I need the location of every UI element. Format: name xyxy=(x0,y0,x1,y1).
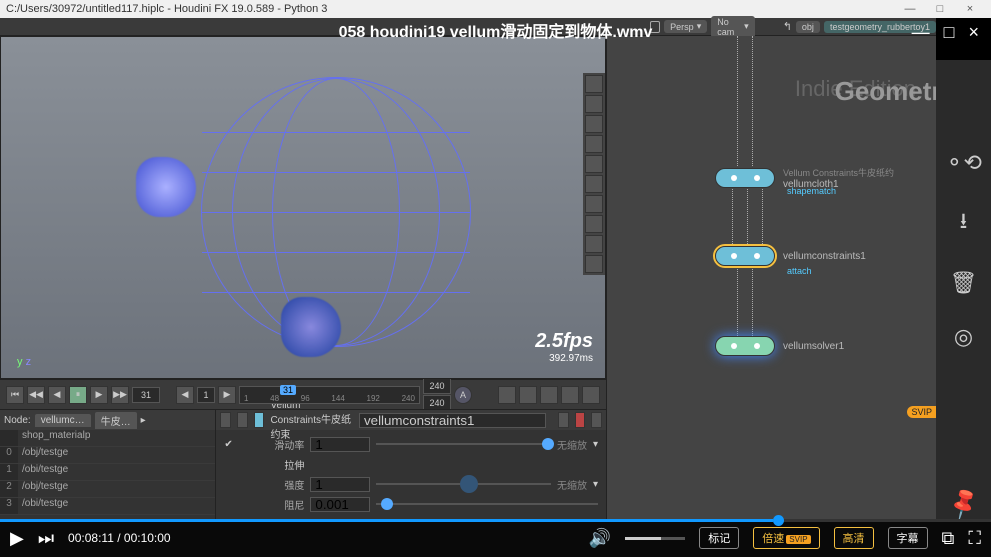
overlay-max[interactable]: □ xyxy=(944,22,955,43)
next-button[interactable]: ⏭ xyxy=(38,528,54,549)
pin-icon[interactable] xyxy=(558,412,569,428)
vtool-7[interactable] xyxy=(585,195,603,213)
parameter-pane: Node: vellumc… 牛皮… ▸ shop_materialp 0/ob… xyxy=(0,409,606,519)
tl-opt5[interactable] xyxy=(582,386,600,404)
subtitle-button[interactable]: 字幕 xyxy=(888,527,928,549)
volume-slider[interactable] xyxy=(625,537,685,540)
tl-opt1[interactable] xyxy=(498,386,516,404)
wireframe-sphere xyxy=(201,77,471,347)
node-type-icon xyxy=(254,412,265,428)
list-row-1[interactable]: /obi/testge xyxy=(18,464,215,480)
tl-opt4[interactable] xyxy=(561,386,579,404)
param-stretch-label: 拉伸 xyxy=(244,457,304,472)
fullscreen-icon[interactable]: ⛶ xyxy=(968,528,981,549)
progress-bar[interactable] xyxy=(0,519,991,522)
param-slide-value[interactable] xyxy=(310,437,370,452)
rubbertoy-2 xyxy=(281,297,341,357)
play-button[interactable]: ▶ xyxy=(10,528,24,549)
video-title: 058 houdini19 vellum滑动固定到物体.wmv xyxy=(0,18,991,42)
param-stiff-value[interactable] xyxy=(310,477,370,492)
node-vellumsolver1[interactable]: vellumsolver1 xyxy=(715,336,844,356)
param-slide-mode[interactable]: 无缩放 xyxy=(557,437,587,452)
right-rail: ⚬⟲ ⭳ 🗑 ◎ 📌 xyxy=(936,60,991,519)
share-icon[interactable]: ⚬⟲ xyxy=(945,150,982,176)
window-max[interactable]: □ xyxy=(925,3,955,15)
param-damp-value[interactable] xyxy=(310,497,370,512)
volume-icon[interactable]: 🔊 xyxy=(589,528,611,549)
node-vellumconstraints1[interactable]: vellumconstraints1 attach xyxy=(715,246,866,266)
param-stiff-slider[interactable] xyxy=(376,483,551,485)
tab-arrow[interactable]: ▸ xyxy=(141,415,146,426)
vtool-8[interactable] xyxy=(585,215,603,233)
vtool-4[interactable] xyxy=(585,135,603,153)
viewport-right-tools xyxy=(583,73,605,275)
rubbertoy-1 xyxy=(136,157,196,217)
vtool-2[interactable] xyxy=(585,95,603,113)
list-row-2[interactable]: /obj/testge xyxy=(18,481,215,497)
geometry-watermark: Geometry xyxy=(835,76,936,107)
overlay-close[interactable]: × xyxy=(968,22,979,43)
p-list-head: shop_materialp xyxy=(18,430,215,446)
list-row-0[interactable]: /obj/testge xyxy=(18,447,215,463)
vtool-6[interactable] xyxy=(585,175,603,193)
tl-end[interactable] xyxy=(423,378,451,394)
tab-1[interactable]: 牛皮… xyxy=(95,412,137,429)
delete-icon[interactable]: 🗑 xyxy=(950,270,978,296)
param-slide-label: 滑动率 xyxy=(244,437,304,452)
download-icon[interactable]: ⭳ xyxy=(960,204,968,242)
param-damp-label: 阻尼 xyxy=(244,497,304,512)
window-close[interactable]: × xyxy=(955,3,985,15)
param-stiff-label: 强度 xyxy=(244,477,304,492)
tl-frame-current[interactable] xyxy=(132,387,160,403)
node-field[interactable]: vellumc… xyxy=(35,414,91,427)
fps-display: 2.5fps392.97ms xyxy=(535,330,593,364)
vtool-10[interactable] xyxy=(585,255,603,273)
node-name-field[interactable] xyxy=(359,413,546,428)
tl-step-back[interactable]: ◀ xyxy=(176,386,194,404)
vtool-3[interactable] xyxy=(585,115,603,133)
svip-badge: SVIP xyxy=(907,406,936,418)
tl-opt3[interactable] xyxy=(540,386,558,404)
vtool-5[interactable] xyxy=(585,155,603,173)
overlay-min[interactable]: — xyxy=(912,22,930,43)
axis-gizmo: y z xyxy=(17,356,31,368)
help-icon[interactable] xyxy=(575,412,586,428)
tl-auto[interactable]: A xyxy=(454,386,472,404)
progress-knob[interactable] xyxy=(773,515,784,526)
param-stiff-mode[interactable]: 无缩放 xyxy=(557,477,587,492)
video-player-bar: ▶ ⏭ 00:08:11 / 00:10:00 🔊 标记 倍速SVIP 高清 字… xyxy=(0,519,991,557)
os-titlebar: C:/Users/30972/untitled117.hiplc - Houdi… xyxy=(0,0,991,18)
titlebar-path: C:/Users/30972/untitled117.hiplc - Houdi… xyxy=(6,3,327,15)
tl-step-fwd[interactable]: ▶ xyxy=(218,386,236,404)
network-view[interactable]: Indie Edition Geometry Vellum Constraint… xyxy=(607,36,936,519)
tl-step[interactable] xyxy=(197,387,215,403)
tl-track[interactable]: 31 148 96144 192240 xyxy=(239,386,420,404)
window-min[interactable]: — xyxy=(895,3,925,15)
tl-play-back[interactable]: ◀ xyxy=(48,386,66,404)
tl-opt2[interactable] xyxy=(519,386,537,404)
param-slide-slider[interactable] xyxy=(376,443,551,445)
param-damp-slider[interactable] xyxy=(376,503,598,505)
fwd-icon[interactable] xyxy=(237,412,248,428)
pip-icon[interactable]: ⧉ xyxy=(942,528,955,549)
tl-first[interactable]: ⏮ xyxy=(6,386,24,404)
refresh-icon[interactable]: ◎ xyxy=(954,324,973,350)
tl-play[interactable]: ▶ xyxy=(90,386,108,404)
gear-icon[interactable] xyxy=(591,412,602,428)
vtool-9[interactable] xyxy=(585,235,603,253)
quality-button[interactable]: 高清 xyxy=(834,527,874,549)
mark-button[interactable]: 标记 xyxy=(699,527,739,549)
list-row-3[interactable]: /obi/testge xyxy=(18,498,215,514)
node-vellumcloth1[interactable]: Vellum Constraints牛皮纸约vellumcloth1 shape… xyxy=(715,166,894,190)
back-icon[interactable] xyxy=(220,412,231,428)
tl-next[interactable]: ▶▶ xyxy=(111,386,129,404)
node-label: Node: xyxy=(4,415,31,426)
vtool-1[interactable] xyxy=(585,75,603,93)
tl-prev[interactable]: ◀◀ xyxy=(27,386,45,404)
tl-pause[interactable]: ⏸ xyxy=(69,386,87,404)
speed-button[interactable]: 倍速SVIP xyxy=(753,527,819,549)
time-display: 00:08:11 / 00:10:00 xyxy=(68,531,171,545)
viewport-3d[interactable]: 2.5fps392.97ms y z xyxy=(0,36,606,379)
